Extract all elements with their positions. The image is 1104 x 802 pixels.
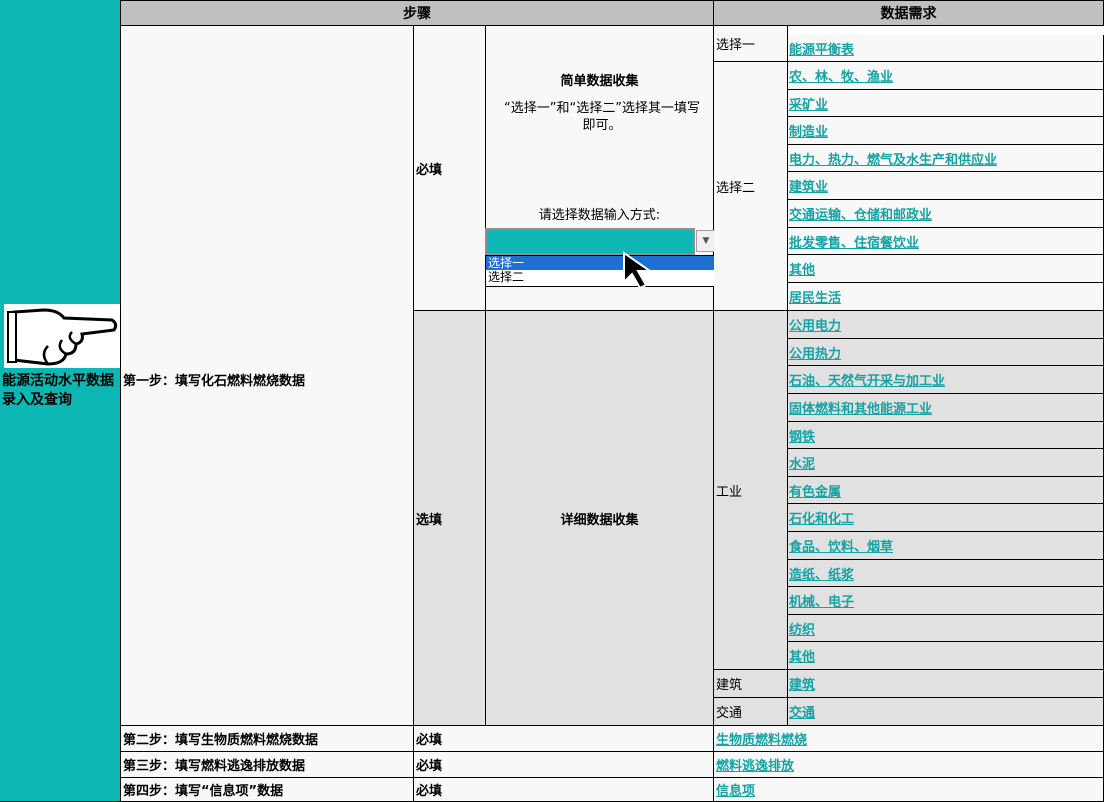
category-choice1: 选择一 (714, 26, 788, 62)
link-energy-balance[interactable]: 能源平衡表 (788, 35, 1104, 62)
link-industry-item[interactable]: 食品、饮料、烟草 (788, 532, 1104, 560)
optional-text: 选填 (416, 512, 443, 528)
link-industry-item[interactable]: 有色金属 (788, 477, 1104, 504)
link-building[interactable]: 建筑 (788, 670, 1104, 698)
link-industry-item[interactable]: 纺织 (788, 615, 1104, 642)
header-data-requirements: 数据需求 (714, 0, 1104, 26)
step2-label: 第二步：填写生物质燃料燃烧数据 (121, 726, 414, 752)
link-industry-item[interactable]: 公用热力 (788, 339, 1104, 366)
step3-required-text: 必填 (416, 759, 443, 774)
dropdown-option-1[interactable]: 选择一 (486, 256, 715, 270)
step4-required: 必填 (414, 778, 714, 802)
dropdown-arrow-button[interactable]: ▼ (696, 230, 716, 252)
link-choice2-item[interactable]: 交通运输、仓储和邮政业 (788, 200, 1104, 228)
simple-title: 简单数据收集 (560, 74, 639, 89)
industry-text: 工业 (716, 484, 743, 500)
step1-optional: 选填 (414, 311, 486, 726)
dropdown-list: 选择一 选择二 (485, 255, 716, 287)
link-industry-item[interactable]: 公用电力 (788, 311, 1104, 339)
step3-label-text: 第三步：填写燃料逃逸排放数据 (123, 759, 306, 774)
left-panel: 能源活动水平数据录入及查询 (0, 0, 121, 802)
link-choice2-item[interactable]: 制造业 (788, 117, 1104, 145)
step2-required-text: 必填 (416, 733, 443, 748)
link-choice2-item[interactable]: 采矿业 (788, 90, 1104, 117)
step4-required-text: 必填 (416, 784, 443, 799)
link-industry-item[interactable]: 其他 (788, 642, 1104, 670)
link-industry-item[interactable]: 石化和化工 (788, 504, 1104, 532)
simple-note: “选择一”和“选择二”选择其一填写即可。 (504, 101, 700, 133)
link-industry-item[interactable]: 机械、电子 (788, 587, 1104, 615)
building-text: 建筑 (716, 678, 743, 693)
link-industry-item[interactable]: 石油、天然气开采与加工业 (788, 366, 1104, 394)
category-building: 建筑 (714, 670, 788, 698)
link-transport[interactable]: 交通 (788, 698, 1104, 726)
category-transport: 交通 (714, 698, 788, 726)
step2-label-text: 第二步：填写生物质燃料燃烧数据 (123, 733, 319, 748)
link-choice2-item[interactable]: 其他 (788, 255, 1104, 283)
category-choice2: 选择二 (714, 62, 788, 311)
step1-label: 第一步：填写化石燃料燃烧数据 (121, 26, 414, 726)
transport-text: 交通 (716, 706, 743, 721)
dropdown-option-2[interactable]: 选择二 (486, 270, 715, 284)
input-method-dropdown[interactable] (485, 228, 695, 255)
step4-label: 第四步：填写“信息项”数据 (121, 778, 414, 802)
link-industry-item[interactable]: 造纸、纸浆 (788, 560, 1104, 587)
choice1-text: 选择一 (716, 38, 756, 53)
link-biomass-combustion[interactable]: 生物质燃料燃烧 (714, 726, 1104, 752)
link-industry-item[interactable]: 水泥 (788, 449, 1104, 477)
link-industry-item[interactable]: 固体燃料和其他能源工业 (788, 394, 1104, 422)
step3-required: 必填 (414, 752, 714, 778)
link-fugitive-emissions[interactable]: 燃料逃逸排放 (714, 752, 1104, 778)
step1-label-text: 第一步：填写化石燃料燃烧数据 (123, 373, 306, 389)
step1-required: 必填 (414, 26, 486, 311)
mouse-cursor-icon (620, 250, 656, 290)
link-choice2-item[interactable]: 农、林、牧、渔业 (788, 62, 1104, 90)
link-choice2-item[interactable]: 建筑业 (788, 172, 1104, 200)
step4-label-text: 第四步：填写“信息项”数据 (123, 784, 284, 799)
left-panel-title: 能源活动水平数据录入及查询 (2, 373, 114, 408)
detail-title: 详细数据收集 (560, 512, 639, 528)
pointing-hand-icon (4, 304, 120, 368)
link-choice2-item[interactable]: 居民生活 (788, 283, 1104, 311)
link-choice2-item[interactable]: 批发零售、住宿餐饮业 (788, 228, 1104, 255)
category-industry: 工业 (714, 311, 788, 670)
step2-required: 必填 (414, 726, 714, 752)
link-info-items[interactable]: 信息项 (714, 778, 1104, 802)
choice2-text: 选择二 (716, 180, 756, 196)
detail-collection-cell: 详细数据收集 (486, 311, 714, 726)
link-industry-item[interactable]: 钢铁 (788, 422, 1104, 449)
input-method-prompt: 请选择数据输入方式: (538, 208, 661, 223)
header-steps: 步骤 (121, 0, 714, 26)
link-choice2-item[interactable]: 电力、热力、燃气及水生产和供应业 (788, 145, 1104, 172)
step3-label: 第三步：填写燃料逃逸排放数据 (121, 752, 414, 778)
required-text: 必填 (416, 162, 443, 178)
